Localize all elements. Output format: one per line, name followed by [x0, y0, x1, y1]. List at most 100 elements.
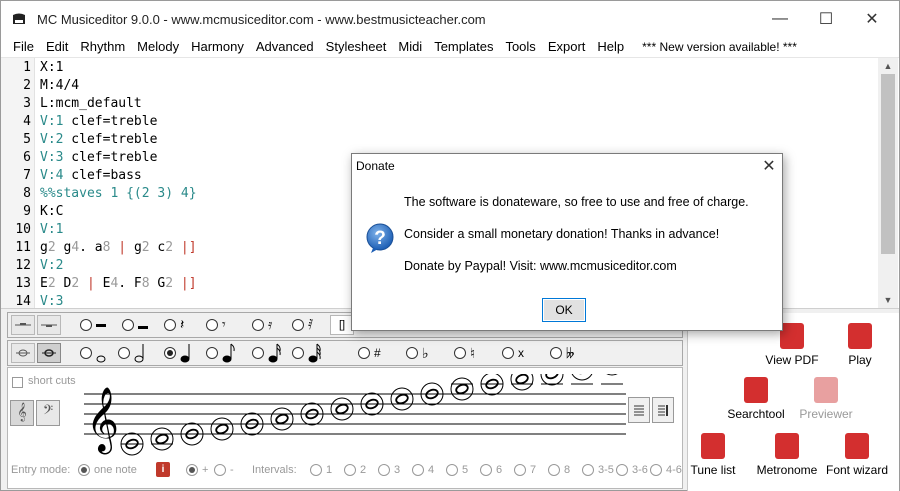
rest-variant-button[interactable]	[37, 315, 61, 335]
menu-templates[interactable]: Templates	[428, 37, 499, 57]
menu-advanced[interactable]: Advanced	[250, 37, 320, 57]
rest-half-radio[interactable]	[122, 319, 134, 331]
rest-mode-button[interactable]	[11, 315, 35, 335]
code-text[interactable]: X:1	[40, 59, 63, 77]
code-text[interactable]: K:C	[40, 203, 63, 221]
info-icon[interactable]: i	[156, 462, 170, 477]
note-position-circle[interactable]	[330, 397, 354, 421]
interval-radio[interactable]	[310, 464, 322, 476]
rest-quarter-radio[interactable]	[164, 319, 176, 331]
interval-radio[interactable]	[582, 464, 594, 476]
menu-rhythm[interactable]: Rhythm	[74, 37, 131, 57]
treble-clef-button[interactable]: 𝄞	[10, 400, 34, 426]
note-position-circle[interactable]	[150, 427, 174, 451]
code-text[interactable]: V:2	[40, 257, 63, 275]
scrollbar-thumb[interactable]	[881, 74, 895, 254]
note-position-circle[interactable]	[601, 374, 623, 376]
rest-thirtysecond-radio[interactable]	[292, 319, 304, 331]
menu-tools[interactable]: Tools	[499, 37, 541, 57]
code-text[interactable]: g2 g4. a8 | g2 c2 |]	[40, 239, 197, 257]
menu-stylesheet[interactable]: Stylesheet	[320, 37, 393, 57]
code-text[interactable]: M:4/4	[40, 77, 79, 95]
note-head-selected-button[interactable]	[37, 343, 61, 363]
editor-vertical-scrollbar[interactable]: ▲ ▼	[878, 58, 898, 308]
accidental-natural-radio[interactable]	[454, 347, 466, 359]
menu-edit[interactable]: Edit	[40, 37, 74, 57]
code-text[interactable]: V:3	[40, 293, 63, 311]
close-button[interactable]: ✕	[849, 1, 895, 37]
short-cuts-checkbox[interactable]	[12, 377, 23, 388]
note-position-circle[interactable]	[540, 374, 564, 386]
rest-whole-radio[interactable]	[80, 319, 92, 331]
dialog-close-button[interactable]: ✕	[756, 154, 782, 178]
note-position-circle[interactable]	[571, 374, 593, 381]
maximize-button[interactable]: ☐	[803, 1, 849, 37]
new-version-notice[interactable]: *** New version available! ***	[630, 37, 803, 57]
searchtool-tool[interactable]: Searchtool	[721, 377, 791, 421]
minus-radio[interactable]	[214, 464, 226, 476]
rest-sixteenth-radio[interactable]	[252, 319, 264, 331]
code-text[interactable]: E2 D2 | E4. F8 G2 |]	[40, 275, 197, 293]
accidental-sharp-radio[interactable]	[358, 347, 370, 359]
note-quarter-radio[interactable]	[164, 347, 176, 359]
code-text[interactable]: %%staves 1 {(2 3) 4}	[40, 185, 197, 203]
note-position-circle[interactable]	[210, 417, 234, 441]
code-line[interactable]: 1 X:1	[1, 59, 877, 77]
note-position-circle[interactable]	[510, 374, 534, 391]
menu-melody[interactable]: Melody	[131, 37, 185, 57]
menu-file[interactable]: File	[7, 37, 40, 57]
note-position-circle[interactable]	[450, 377, 474, 401]
interval-radio[interactable]	[616, 464, 628, 476]
code-line[interactable]: 4 V:1 clef=treble	[1, 113, 877, 131]
interval-radio[interactable]	[548, 464, 560, 476]
code-token: D	[55, 276, 72, 291]
bass-clef-button[interactable]: 𝄢	[36, 400, 60, 426]
note-head-mode-button[interactable]	[11, 343, 35, 363]
ok-button[interactable]: OK	[542, 298, 586, 322]
code-text[interactable]: V:1 clef=treble	[40, 113, 157, 131]
code-line[interactable]: 3 L:mcm_default	[1, 95, 877, 113]
interval-radio[interactable]	[480, 464, 492, 476]
scroll-down-arrow-icon[interactable]: ▼	[878, 292, 898, 308]
note-position-circle[interactable]	[270, 407, 294, 431]
metronome-tool[interactable]: Metronome	[752, 433, 822, 477]
menu-export[interactable]: Export	[542, 37, 592, 57]
interval-radio[interactable]	[412, 464, 424, 476]
note-position-circle[interactable]	[390, 387, 414, 411]
one-note-radio[interactable]	[78, 464, 90, 476]
minimize-button[interactable]: —	[757, 1, 803, 37]
play-tool[interactable]: Play	[825, 323, 895, 367]
scroll-up-arrow-icon[interactable]: ▲	[878, 58, 898, 74]
align-left-button[interactable]	[628, 397, 650, 423]
accidental-flat-radio[interactable]	[406, 347, 418, 359]
note-thirtysecond-radio[interactable]	[292, 347, 304, 359]
code-text[interactable]: L:mcm_default	[40, 95, 142, 113]
app-piano-icon	[13, 13, 25, 24]
note-eighth-radio[interactable]	[206, 347, 218, 359]
menu-midi[interactable]: Midi	[392, 37, 428, 57]
interval-radio[interactable]	[446, 464, 458, 476]
accidental-double-flat-radio[interactable]	[550, 347, 562, 359]
interval-radio[interactable]	[378, 464, 390, 476]
align-bar-button[interactable]	[652, 397, 674, 423]
accidental-double-sharp-radio[interactable]	[502, 347, 514, 359]
code-text[interactable]: V:4 clef=bass	[40, 167, 142, 185]
code-line[interactable]: 2 M:4/4	[1, 77, 877, 95]
code-line[interactable]: 5 V:2 clef=treble	[1, 131, 877, 149]
menu-help[interactable]: Help	[591, 37, 630, 57]
interval-radio[interactable]	[514, 464, 526, 476]
note-half-radio[interactable]	[118, 347, 130, 359]
code-text[interactable]: V:2 clef=treble	[40, 131, 157, 149]
interval-radio[interactable]	[344, 464, 356, 476]
tune-list-tool[interactable]: Tune list	[678, 433, 748, 477]
plus-radio[interactable]	[186, 464, 198, 476]
rest-eighth-radio[interactable]	[206, 319, 218, 331]
code-text[interactable]: V:3 clef=treble	[40, 149, 157, 167]
interval-radio[interactable]	[650, 464, 662, 476]
note-whole-radio[interactable]	[80, 347, 92, 359]
menu-harmony[interactable]: Harmony	[185, 37, 250, 57]
font-wizard-tool[interactable]: Font wizard	[822, 433, 892, 477]
note-sixteenth-radio[interactable]	[252, 347, 264, 359]
note-staff[interactable]: 𝄞	[80, 374, 630, 458]
code-text[interactable]: V:1	[40, 221, 63, 239]
